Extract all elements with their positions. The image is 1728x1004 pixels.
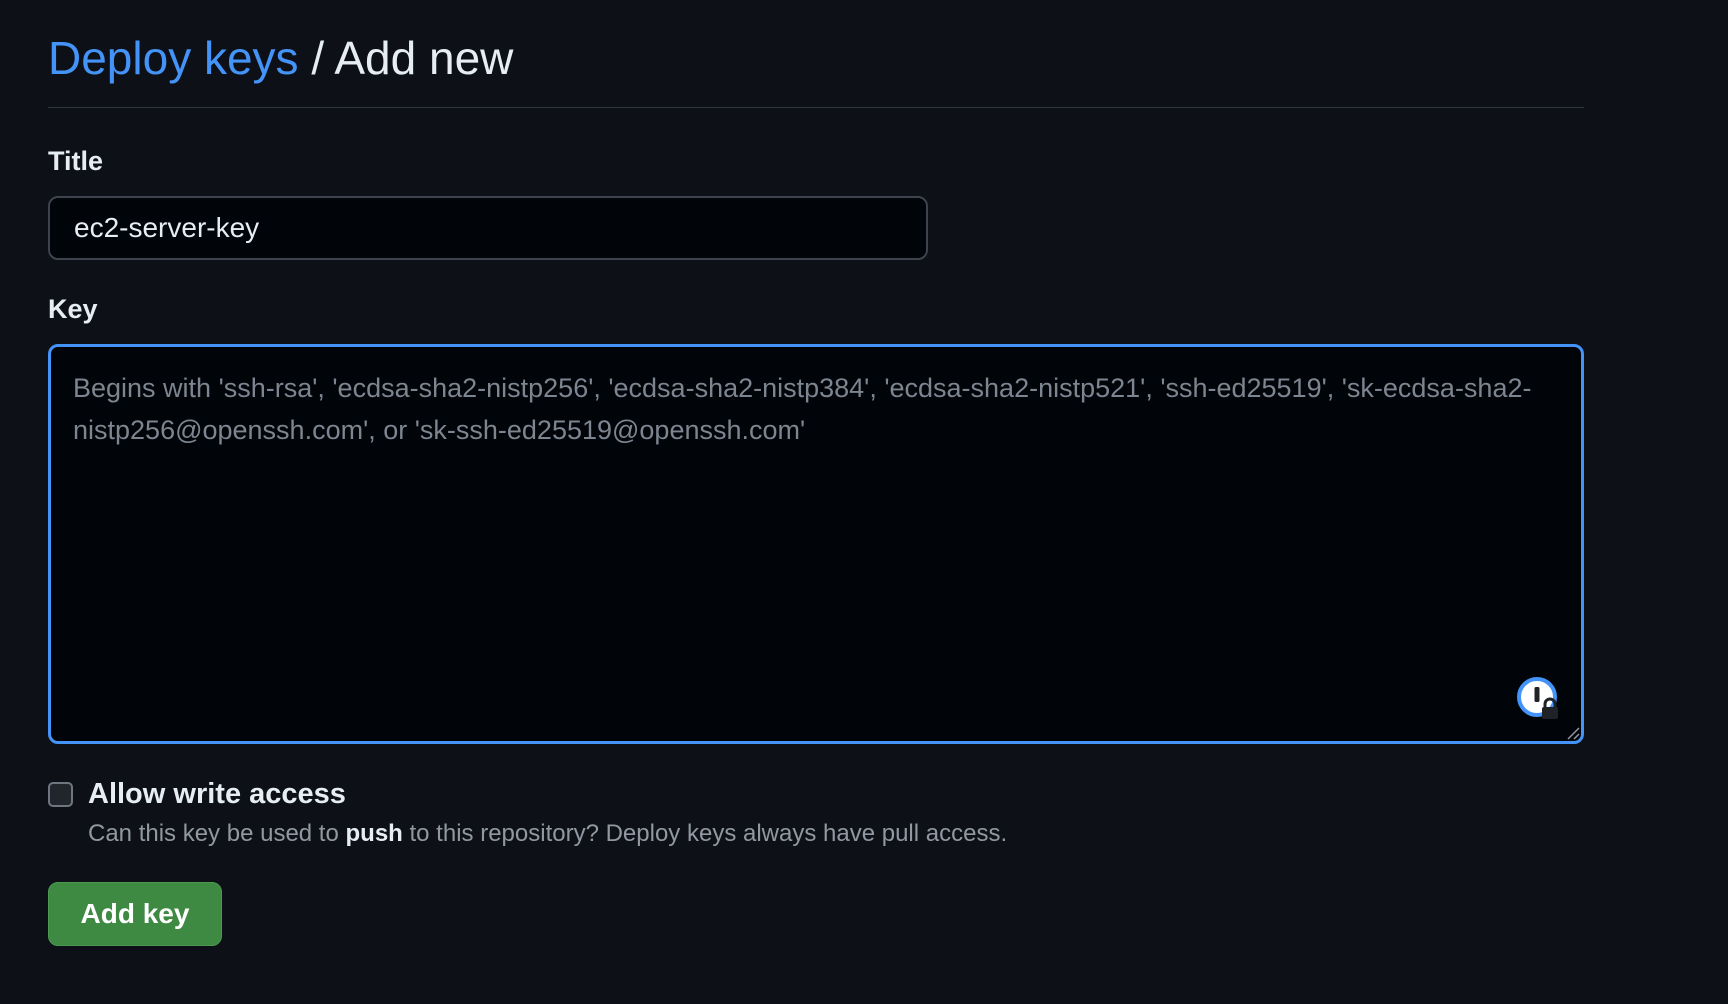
deploy-key-page: Deploy keys / Add new Title Key Allow wr… xyxy=(0,0,1728,1004)
key-label: Key xyxy=(48,294,98,324)
add-key-button[interactable]: Add key xyxy=(48,882,222,946)
key-field xyxy=(48,344,1584,744)
key-textarea[interactable] xyxy=(48,344,1584,744)
write-access-note-prefix: Can this key be used to xyxy=(88,820,339,847)
title-label: Title xyxy=(48,146,104,176)
resize-handle-icon[interactable] xyxy=(1566,726,1580,740)
title-input[interactable] xyxy=(48,196,928,260)
allow-write-access-label[interactable]: Allow write access xyxy=(88,778,346,811)
page-header: Deploy keys / Add new xyxy=(48,28,1584,108)
write-access-note-bold: push xyxy=(345,820,403,847)
breadcrumb-current: Add new xyxy=(334,32,514,84)
write-access-note-suffix: to this repository? Deploy keys always h… xyxy=(409,820,1008,847)
allow-write-access-checkbox[interactable] xyxy=(48,782,73,807)
1password-icon[interactable] xyxy=(1516,676,1562,722)
breadcrumb: Deploy keys / Add new xyxy=(48,28,1584,88)
breadcrumb-deploy-keys-link[interactable]: Deploy keys xyxy=(48,32,299,84)
breadcrumb-separator: / xyxy=(311,32,325,84)
write-access-note: Can this key be used to push to this rep… xyxy=(88,820,1007,848)
